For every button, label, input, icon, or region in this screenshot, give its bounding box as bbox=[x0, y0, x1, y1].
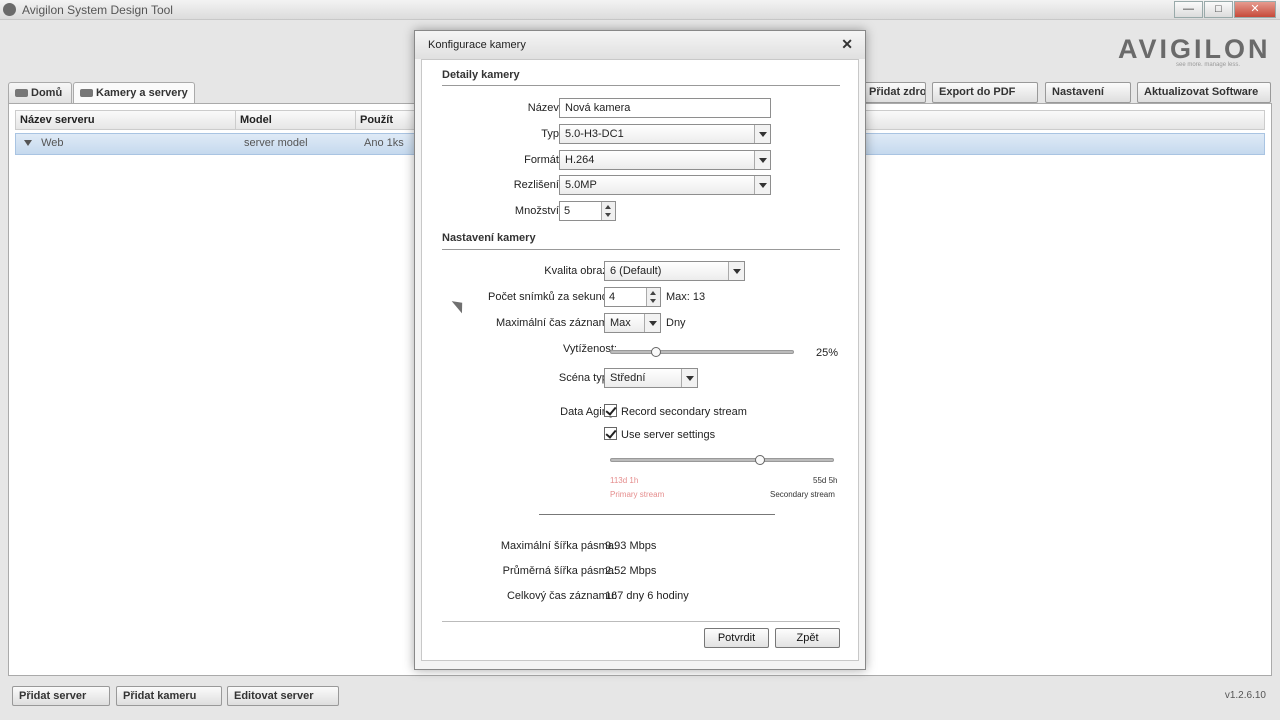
fps-label: Počet snímků za sekundu: bbox=[487, 291, 617, 303]
camera-settings-heading: Nastavení kamery bbox=[442, 232, 536, 244]
chevron-down-icon[interactable] bbox=[754, 176, 770, 194]
window-titlebar: Avigilon System Design Tool — □ ✕ bbox=[0, 0, 1280, 20]
maximize-button[interactable]: □ bbox=[1204, 1, 1233, 18]
home-icon bbox=[15, 89, 28, 98]
dialog-titlebar: Konfigurace kamery ✕ bbox=[415, 31, 865, 59]
divider bbox=[442, 621, 840, 622]
max-bandwidth-value: 9.93 Mbps bbox=[605, 540, 657, 552]
fps-stepper[interactable]: 4 bbox=[604, 287, 661, 307]
load-slider[interactable] bbox=[610, 350, 794, 354]
record-time-unit: Dny bbox=[666, 317, 686, 329]
scene-label: Scéna typu: bbox=[558, 372, 617, 384]
confirm-button[interactable]: Potvrdit bbox=[704, 628, 769, 648]
record-time-select[interactable]: Max bbox=[604, 313, 661, 333]
secondary-stream-label: Secondary stream bbox=[770, 490, 835, 499]
total-record-time-label: Celkový čas záznamu: bbox=[506, 590, 617, 602]
format-select[interactable]: H.264 bbox=[559, 150, 771, 170]
record-time-label: Maximální čas záznamu: bbox=[495, 317, 617, 329]
version-label: v1.2.6.10 bbox=[1224, 690, 1266, 701]
column-model[interactable]: Model bbox=[236, 111, 356, 129]
scene-select[interactable]: Střední bbox=[604, 368, 698, 388]
chevron-down-icon[interactable] bbox=[681, 369, 697, 387]
secondary-stream-duration: 55d 5h bbox=[813, 476, 838, 485]
minimize-button[interactable]: — bbox=[1174, 1, 1203, 18]
resolution-select[interactable]: 5.0MP bbox=[559, 175, 771, 195]
format-label: Formát: bbox=[524, 154, 562, 166]
type-select[interactable]: 5.0-H3-DC1 bbox=[559, 124, 771, 144]
load-value: 25% bbox=[816, 347, 839, 359]
primary-stream-label: Primary stream bbox=[610, 490, 665, 499]
logo-tagline: see more. manage less. bbox=[1176, 62, 1241, 68]
dialog-body: Detaily kamery Název: Nová kamera Typ: 5… bbox=[421, 59, 859, 661]
avigilon-logo: AVIGILON bbox=[1118, 34, 1271, 64]
update-software-button[interactable]: Aktualizovat Software bbox=[1137, 82, 1271, 103]
avg-bandwidth-value: 2.52 Mbps bbox=[605, 565, 657, 577]
total-record-time-value: 167 dny 6 hodiny bbox=[605, 590, 689, 602]
fps-max-label: Max: 13 bbox=[666, 291, 706, 303]
camera-details-heading: Detaily kamery bbox=[442, 69, 520, 81]
quality-label: Kvalita obrazu: bbox=[544, 265, 617, 277]
resolution-label: Rezlišení: bbox=[513, 179, 562, 191]
tab-home[interactable]: Domů bbox=[8, 82, 72, 104]
camera-config-dialog: Konfigurace kamery ✕ Detaily kamery Náze… bbox=[414, 30, 866, 670]
max-bandwidth-label: Maximální šířka pásma: bbox=[500, 540, 617, 552]
stepper-buttons[interactable] bbox=[646, 288, 660, 306]
name-field[interactable]: Nová kamera bbox=[559, 98, 771, 118]
close-icon[interactable]: ✕ bbox=[841, 36, 853, 53]
load-label: Vytíženost: bbox=[562, 343, 617, 355]
type-label: Typ: bbox=[541, 128, 562, 140]
quantity-stepper[interactable]: 5 bbox=[559, 201, 616, 221]
tab-cameras-servers[interactable]: Kamery a servery bbox=[73, 82, 195, 104]
aging-slider-thumb[interactable] bbox=[755, 455, 766, 465]
use-server-settings-checkbox[interactable] bbox=[604, 427, 617, 440]
dialog-title: Konfigurace kamery bbox=[428, 39, 526, 51]
quantity-label: Množství: bbox=[514, 205, 562, 217]
add-source-button[interactable]: Přidat zdroj bbox=[862, 82, 926, 103]
divider bbox=[442, 249, 840, 250]
window-controls: — □ ✕ bbox=[1173, 1, 1276, 18]
row-model: server model bbox=[244, 137, 308, 149]
load-slider-thumb[interactable] bbox=[651, 347, 661, 357]
stepper-buttons[interactable] bbox=[601, 202, 615, 220]
record-secondary-checkbox[interactable] bbox=[604, 404, 617, 417]
add-camera-button[interactable]: Přidat kameru bbox=[116, 686, 222, 706]
back-button[interactable]: Zpět bbox=[775, 628, 840, 648]
record-secondary-label: Record secondary stream bbox=[621, 406, 747, 418]
add-server-button[interactable]: Přidat server bbox=[12, 686, 110, 706]
chevron-down-icon[interactable] bbox=[754, 125, 770, 143]
chevron-down-icon[interactable] bbox=[728, 262, 744, 280]
close-window-button[interactable]: ✕ bbox=[1234, 1, 1276, 18]
export-pdf-button[interactable]: Export do PDF bbox=[932, 82, 1038, 103]
use-server-settings-label: Use server settings bbox=[621, 429, 716, 441]
data-aging-label: Data Aging: bbox=[560, 406, 617, 418]
aging-slider[interactable] bbox=[610, 458, 834, 462]
chevron-down-icon[interactable] bbox=[754, 151, 770, 169]
expand-icon[interactable] bbox=[24, 140, 32, 146]
column-server-name[interactable]: Název serveru bbox=[16, 111, 236, 129]
window-title: Avigilon System Design Tool bbox=[22, 3, 173, 17]
divider bbox=[442, 85, 840, 86]
column-used[interactable]: Použít bbox=[356, 111, 416, 129]
edit-server-button[interactable]: Editovat server bbox=[227, 686, 339, 706]
divider bbox=[539, 514, 775, 515]
camera-icon bbox=[80, 89, 93, 98]
quality-select[interactable]: 6 (Default) bbox=[604, 261, 745, 281]
name-label: Název: bbox=[527, 102, 562, 114]
row-server-name: Web bbox=[41, 137, 64, 149]
app-icon bbox=[3, 3, 16, 16]
chevron-down-icon[interactable] bbox=[644, 314, 660, 332]
row-used: Ano 1ks bbox=[364, 137, 404, 149]
avg-bandwidth-label: Průměrná šířka pásma: bbox=[502, 565, 617, 577]
settings-button[interactable]: Nastavení bbox=[1045, 82, 1131, 103]
primary-stream-duration: 113d 1h bbox=[610, 476, 639, 485]
